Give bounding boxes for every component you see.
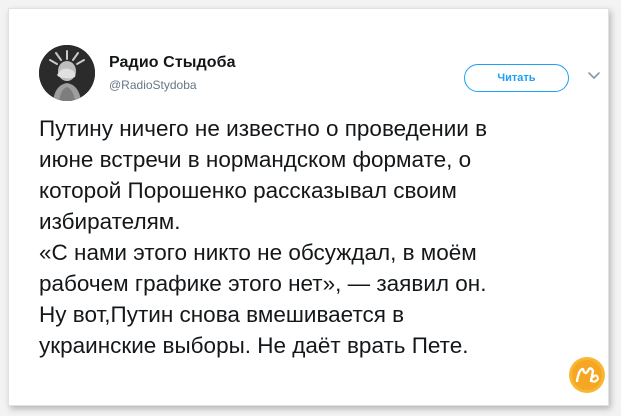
tweet-line: избирателям. — [39, 209, 181, 234]
tweet-line: украинские выборы. Не даёт врать Пете. — [39, 333, 469, 358]
avatar[interactable] — [39, 45, 95, 101]
tweet-card: Радио Стыдоба @RadioStydoba Читать Путин… — [8, 8, 609, 406]
image-frame: Радио Стыдоба @RadioStydoba Читать Путин… — [0, 0, 621, 416]
chevron-down-icon[interactable] — [587, 69, 601, 83]
tweet-text: Путину ничего не известно о проведении в… — [39, 113, 609, 361]
account-name[interactable]: Радио Стыдоба — [109, 54, 236, 72]
tweet-line: рабочем графике этого нет», — заявил он. — [39, 271, 487, 296]
tweet-line: которой Порошенко рассказывал своим — [39, 178, 457, 203]
statue-of-liberty-icon — [39, 45, 95, 101]
tweet-line: Ну вот,Путин снова вмешивается в — [39, 302, 405, 327]
tweet-line: «С нами этого никто не обсуждал, в моём — [39, 240, 477, 265]
follow-button[interactable]: Читать — [464, 64, 569, 92]
tweet-line: июне встречи в нормандском формате, о — [39, 147, 472, 172]
account-handle[interactable]: @RadioStydoba — [109, 78, 197, 92]
tweet-line: Путину ничего не известно о проведении в — [39, 116, 488, 141]
nyuka-logo-icon — [567, 355, 607, 395]
